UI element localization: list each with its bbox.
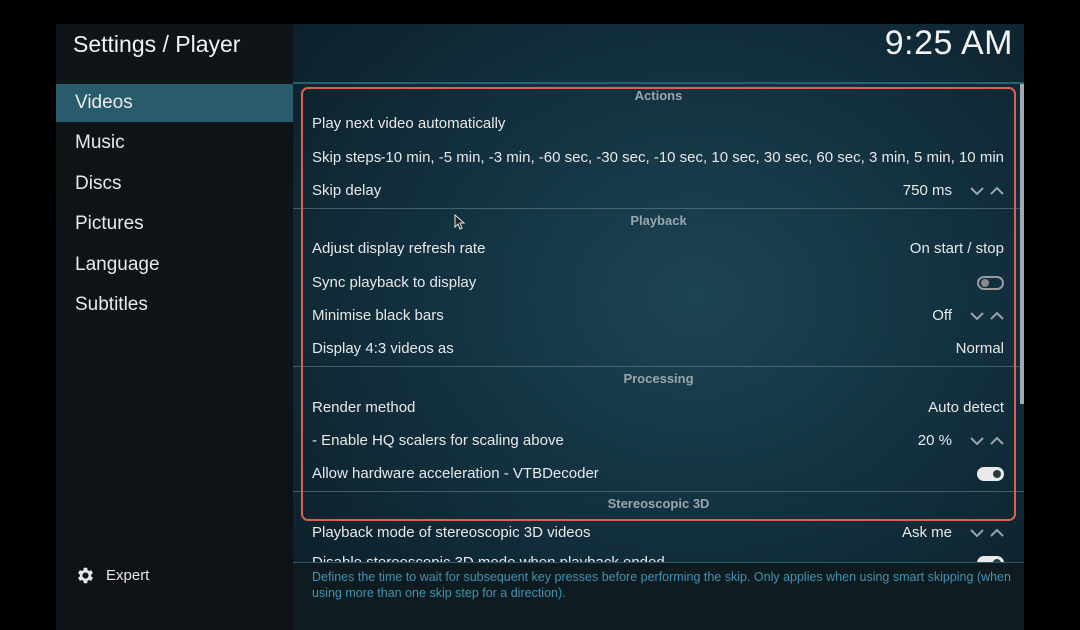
description-footer: Defines the time to wait for subsequent … bbox=[293, 562, 1024, 630]
settings-window: Settings / Player Videos Music Discs Pic… bbox=[56, 24, 1024, 630]
chevron-up-icon[interactable] bbox=[990, 528, 1004, 538]
sidebar-item-discs[interactable]: Discs bbox=[56, 165, 293, 203]
mouse-cursor-icon bbox=[454, 214, 465, 230]
expert-level-button[interactable]: Expert bbox=[75, 563, 149, 587]
sidebar-item-pictures[interactable]: Pictures bbox=[56, 205, 293, 243]
sidebar: Settings / Player Videos Music Discs Pic… bbox=[56, 24, 293, 630]
page-title: Settings / Player bbox=[73, 31, 241, 57]
scrollbar[interactable] bbox=[1020, 84, 1024, 404]
sidebar-item-videos[interactable]: Videos bbox=[56, 84, 293, 122]
clock: 9:25 AM bbox=[884, 24, 1013, 62]
setting-label: Playback mode of stereoscopic 3D videos bbox=[312, 524, 591, 541]
sidebar-item-music[interactable]: Music bbox=[56, 124, 293, 162]
spinner bbox=[970, 519, 1004, 547]
sidebar-item-subtitles[interactable]: Subtitles bbox=[56, 286, 293, 324]
focus-highlight bbox=[301, 87, 1016, 521]
expert-label: Expert bbox=[106, 566, 150, 584]
setting-stereo-mode[interactable]: Playback mode of stereoscopic 3D videos … bbox=[312, 519, 1004, 547]
gear-icon bbox=[78, 567, 93, 583]
setting-description: Defines the time to wait for subsequent … bbox=[312, 570, 1011, 600]
sidebar-item-language[interactable]: Language bbox=[56, 246, 293, 284]
chevron-down-icon[interactable] bbox=[970, 528, 984, 538]
setting-value: Ask me bbox=[901, 524, 952, 541]
